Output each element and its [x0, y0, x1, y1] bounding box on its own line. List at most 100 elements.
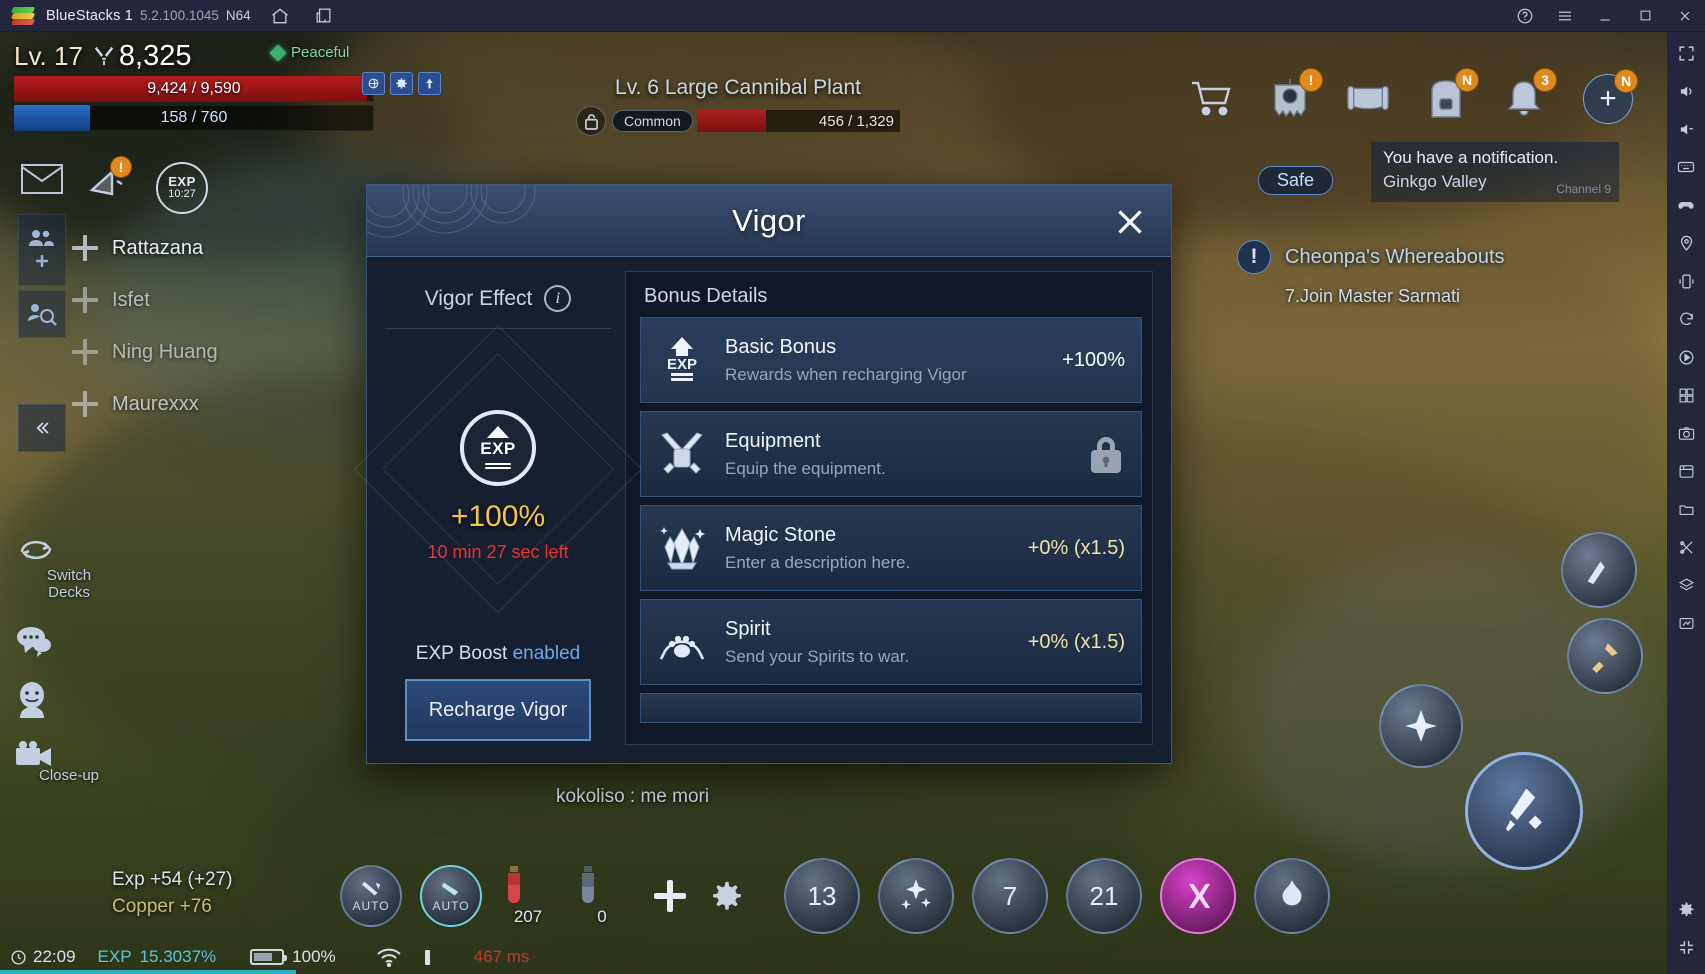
player-level: Lv. 17	[14, 41, 83, 71]
close-up-label: Close-up	[38, 766, 100, 784]
skill-slot-13[interactable]: 13	[784, 858, 860, 934]
auto-battle-slot[interactable]: AUTO	[420, 865, 482, 927]
menu-icon[interactable]	[1545, 0, 1585, 32]
enemy-name: Large Cannibal Plant	[664, 76, 861, 99]
bonus-row-equipment[interactable]: Equipment Equip the equipment.	[640, 411, 1142, 497]
map-icon[interactable]	[362, 72, 385, 95]
switch-decks-button[interactable]: Switch Decks	[14, 532, 124, 602]
vigor-effect-display: EXP +100% 10 min 27 sec left	[353, 324, 643, 643]
auto-attack-slot[interactable]: AUTO	[340, 865, 402, 927]
clock-value: 22:09	[33, 947, 76, 966]
media-manager-icon[interactable]	[1671, 456, 1701, 486]
home-icon[interactable]	[265, 3, 295, 29]
main-attack-button[interactable]	[1465, 752, 1583, 870]
list-item[interactable]: Maurexxx	[72, 378, 218, 430]
exp-timer[interactable]: EXP 10:27	[156, 162, 208, 214]
add-member-icon[interactable]	[72, 287, 98, 313]
fullscreen-icon[interactable]	[1671, 38, 1701, 68]
bonus-details-list[interactable]: EXP Basic Bonus Rewards when recharging …	[626, 317, 1152, 744]
bonus-row-basic[interactable]: EXP Basic Bonus Rewards when recharging …	[640, 317, 1142, 403]
skill-orb-right-3[interactable]	[1379, 684, 1463, 768]
shop-cart-icon[interactable]	[1189, 76, 1235, 122]
multi-instance-icon[interactable]	[309, 3, 339, 29]
quest-tracker[interactable]: ! Cheonpa's Whereabouts 7.Join Master Sa…	[1237, 240, 1567, 307]
exp-boost-icon: EXP	[460, 409, 536, 486]
skill-slot-7[interactable]: 7	[972, 858, 1048, 934]
location-icon[interactable]	[1671, 228, 1701, 258]
skill-orb-right-1[interactable]	[1561, 532, 1637, 608]
bonus-name: Spirit	[725, 617, 771, 640]
add-member-icon[interactable]	[72, 235, 98, 261]
bonus-value: +100%	[1062, 348, 1125, 371]
list-item[interactable]: Rattazana	[72, 222, 218, 274]
battery-icon	[250, 949, 288, 965]
multi-instance-sync-icon[interactable]	[1671, 380, 1701, 410]
battery-value: 100%	[292, 947, 336, 966]
guild-banner-icon[interactable]: !	[1267, 68, 1323, 122]
exp-gain-text: Exp +54 (+27)	[112, 869, 233, 890]
scroll-icon[interactable]	[1345, 76, 1391, 122]
fullscreen-exit-icon[interactable]	[1671, 932, 1701, 962]
settings-icon[interactable]	[390, 72, 413, 95]
layers-icon[interactable]	[1671, 570, 1701, 600]
close-up-button[interactable]: Close-up	[14, 740, 124, 785]
volume-icon[interactable]	[1671, 76, 1701, 106]
skill-orb-right-2[interactable]	[1567, 618, 1643, 694]
mp-potion-slot[interactable]: 0	[574, 865, 630, 927]
collapse-panel-button[interactable]	[18, 404, 66, 452]
help-icon[interactable]	[1505, 0, 1545, 32]
mail-icon[interactable]	[20, 162, 64, 206]
shake-icon[interactable]	[1671, 266, 1701, 296]
pvp-mode-indicator[interactable]: Peaceful	[269, 44, 349, 61]
info-icon[interactable]: i	[544, 285, 572, 312]
add-member-icon[interactable]	[72, 339, 98, 365]
copper-gain-text: Copper +76	[112, 896, 212, 917]
boost-icon[interactable]	[418, 72, 441, 95]
find-party-button[interactable]	[18, 290, 66, 338]
backpack-icon[interactable]: N	[1423, 68, 1479, 122]
emote-button[interactable]	[14, 680, 124, 718]
megaphone-icon[interactable]: !	[86, 156, 134, 208]
macro-icon[interactable]	[1671, 342, 1701, 372]
bonus-row-next-partial[interactable]	[640, 693, 1142, 723]
chat-button[interactable]	[14, 624, 124, 658]
quest-step: 7.Join Master Sarmati	[1285, 286, 1461, 306]
hp-potion-slot[interactable]: 207	[500, 865, 556, 927]
recharge-vigor-button[interactable]: Recharge Vigor	[405, 679, 591, 741]
add-member-icon[interactable]	[72, 391, 98, 417]
rotate-icon[interactable]	[1671, 304, 1701, 334]
list-item[interactable]: Isfet	[72, 274, 218, 326]
skill-slot-21[interactable]: 21	[1066, 858, 1142, 934]
hud-minibuttons	[362, 72, 441, 95]
game-viewport[interactable]: Lv. 17 8,325 9,424 / 9,590 158 / 760 Pea…	[0, 32, 1667, 974]
bonus-row-spirit[interactable]: Spirit Send your Spirits to war. +0% (x1…	[640, 599, 1142, 685]
more-plus-icon[interactable]: + N	[1583, 69, 1638, 124]
list-item[interactable]: Ning Huang	[72, 326, 218, 378]
trim-icon[interactable]	[1671, 532, 1701, 562]
ping-value: 467 ms	[473, 947, 530, 966]
screenshot-icon[interactable]	[1671, 418, 1701, 448]
settings-slot-button[interactable]	[710, 879, 766, 913]
gamepad-icon[interactable]	[1671, 190, 1701, 220]
notification-toast[interactable]: You have a notification. Ginkgo Valley C…	[1371, 142, 1619, 202]
skill-slot-buff[interactable]	[878, 858, 954, 934]
volume-down-icon[interactable]	[1671, 114, 1701, 144]
close-icon[interactable]	[1665, 0, 1705, 32]
settings-icon[interactable]	[1671, 894, 1701, 924]
notification-text: You have a notification.	[1383, 148, 1559, 167]
bell-icon[interactable]: 3	[1501, 68, 1557, 122]
skill-slot-wind[interactable]	[1254, 858, 1330, 934]
party-add-button[interactable]	[18, 214, 66, 286]
close-icon[interactable]	[1109, 201, 1151, 243]
bonus-row-magic-stone[interactable]: Magic Stone Enter a description here. +0…	[640, 505, 1142, 591]
file-transfer-icon[interactable]	[1671, 494, 1701, 524]
keyboard-icon[interactable]	[1671, 152, 1701, 182]
minimize-icon[interactable]	[1585, 0, 1625, 32]
skill-slot-magic[interactable]	[1160, 858, 1236, 934]
magic-stone-icon	[653, 519, 711, 577]
eco-mode-icon[interactable]	[1671, 608, 1701, 638]
add-slot-button[interactable]	[648, 874, 692, 918]
maximize-icon[interactable]	[1625, 0, 1665, 32]
combat-power-value: 8,325	[118, 40, 192, 72]
target-lock-icon[interactable]	[576, 106, 606, 136]
